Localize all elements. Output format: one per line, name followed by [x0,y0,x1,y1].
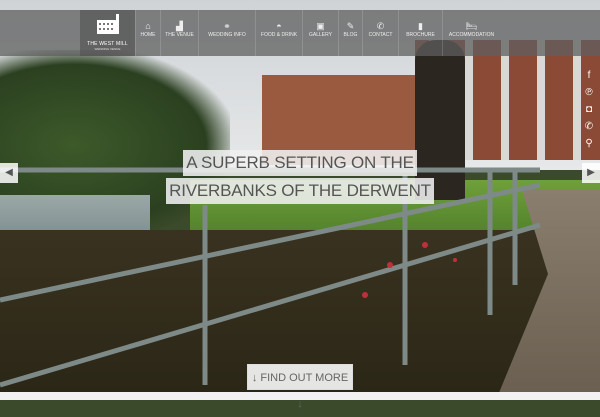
hero-headline: A SUPERB SETTING ON THE RIVERBANKS OF TH… [0,150,600,206]
nav-item-brochure[interactable]: ▮ BROCHURE [398,10,442,56]
bed-icon: 🛏 [465,21,478,31]
home-icon: ⌂ [145,21,151,31]
nav-item-accommodation[interactable]: 🛏 ACCOMMODATION [442,10,500,56]
nav-item-home[interactable]: ⌂ HOME [135,10,160,56]
phone-icon: ✆ [376,21,385,31]
pinterest-icon[interactable]: ℗ [582,87,596,98]
nav-label: THE VENUE [165,32,194,38]
logo-tagline: WEDDING VENUE [94,47,121,51]
main-navigation: THE WEST MILL WEDDING VENUE ⌂ HOME ▟ THE VE… [0,10,600,56]
nav-item-blog[interactable]: ✎ BLOG [338,10,362,56]
book-icon: ▮ [418,21,423,31]
nav-label: ACCOMMODATION [448,32,495,38]
instagram-icon[interactable]: ◘ [582,104,596,115]
nav-label: BLOG [343,32,358,38]
location-pin-icon[interactable]: ⚲ [582,138,596,149]
social-links: f ℗ ◘ ✆ ⚲ [582,70,596,149]
nav-label: HOME [140,32,156,38]
headline-line-2: RIVERBANKS OF THE DERWENT [166,178,434,204]
mill-building-icon [96,14,119,34]
nav-label: CONTACT [368,32,393,38]
logo[interactable]: THE WEST MILL WEDDING VENUE [80,10,135,56]
facebook-icon[interactable]: f [582,70,596,81]
rings-icon: ⚭ [223,21,231,31]
phone-icon[interactable]: ✆ [582,121,596,132]
nav-label: FOOD & DRINK [260,32,298,38]
nav-item-the-venue[interactable]: ▟ THE VENUE [160,10,198,56]
find-out-more-button[interactable]: ↓ FIND OUT MORE ↓ [247,364,353,410]
nav-label: WEDDING INFO [208,32,246,38]
headline-line-1: A SUPERB SETTING ON THE [183,150,417,176]
photos-icon: ▣ [316,21,325,31]
nav-label: BROCHURE [406,32,435,38]
nav-item-wedding-info[interactable]: ⚭ WEDDING INFO [198,10,255,56]
nav-item-food-drink[interactable]: ◓ FOOD & DRINK [255,10,302,56]
factory-icon: ▟ [176,21,183,31]
pencil-icon: ✎ [346,21,355,31]
content-strip [0,392,600,400]
nav-label: GALLERY [309,32,332,38]
nav-item-gallery[interactable]: ▣ GALLERY [302,10,338,56]
cloche-icon: ◓ [276,21,282,31]
nav-item-contact[interactable]: ✆ CONTACT [362,10,398,56]
